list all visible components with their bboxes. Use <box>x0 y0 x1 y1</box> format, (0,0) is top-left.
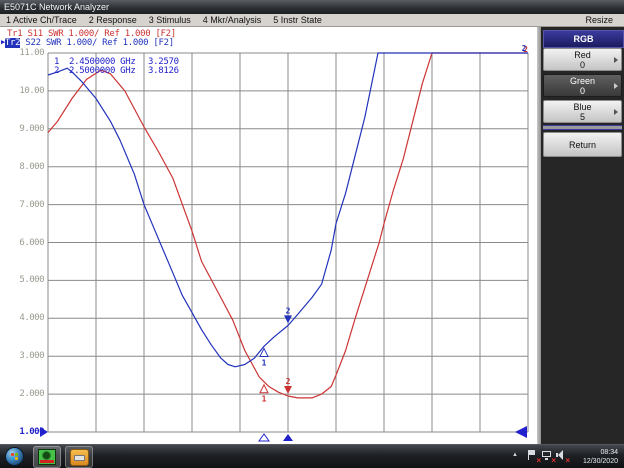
chevron-right-icon <box>614 83 618 89</box>
trace2-id: Tr2 <box>4 37 21 48</box>
y-axis-label-9.000: 9.000 <box>19 123 44 134</box>
softkey-value: 0 <box>579 60 585 70</box>
trace2-status-row[interactable]: ▶Tr2 S22 SWR 1.000/ Ref 1.000 [F2] <box>1 37 174 48</box>
chevron-right-icon <box>614 109 618 115</box>
softkey-menu-title: RGB <box>543 30 624 48</box>
softkey-scrollbar[interactable] <box>537 27 541 444</box>
return-button[interactable]: Return <box>543 132 622 157</box>
flag-alert-icon[interactable]: × <box>527 450 541 465</box>
clock[interactable]: 08:34 12/30/2020 <box>566 448 618 466</box>
marker-readout-1: 1 2.4500000 GHz 3.2570 <box>0 57 537 67</box>
softkey-label: Red <box>574 50 591 60</box>
taskbar-app-removable-drive[interactable] <box>65 446 93 468</box>
softkey-panel: RGB Red 0 Green 0 Blue 5 Return <box>537 27 624 444</box>
marker2-frequency: 2.5000000 GHz <box>69 65 136 76</box>
taskbar-app-network-analyzer[interactable] <box>33 446 61 468</box>
y-axis-label-4.000: 4.000 <box>19 313 44 324</box>
softkey-divider <box>543 125 622 130</box>
softkey-value: 0 <box>579 86 585 96</box>
network-status-icon[interactable]: × <box>542 450 556 465</box>
softkey-label: Blue <box>573 102 592 112</box>
y-axis-label-6.000: 6.000 <box>19 237 44 248</box>
clock-time: 08:34 <box>600 449 618 456</box>
network-analyzer-app-icon <box>38 449 56 465</box>
marker2-value: 3.8126 <box>148 65 179 76</box>
hidden-icons-arrow[interactable]: ▲ <box>512 452 518 458</box>
menu-item-5[interactable]: 5 Instr State <box>267 15 328 25</box>
taskbar: ▲ × × × 08:34 12/30/2020 <box>0 444 624 468</box>
trace2-params: S22 SWR 1.000/ Ref 1.000 [F2] <box>20 37 174 48</box>
marker-readout-2: 2 2.5000000 GHz 3.8126 <box>0 65 537 76</box>
menu-item-1[interactable]: 1 Active Ch/Trace <box>0 15 83 25</box>
menu-bar: 1 Active Ch/Trace 2 Response 3 Stimulus 4 M… <box>0 14 624 27</box>
y-axis-label-2.000: 2.000 <box>19 389 44 400</box>
softkey-value: 5 <box>579 112 585 122</box>
y-axis-label-3.000: 3.000 <box>19 351 44 362</box>
window-title: E5071C Network Analyzer <box>4 2 110 12</box>
menu-item-2[interactable]: 2 Response <box>83 15 143 25</box>
menu-item-3[interactable]: 3 Stimulus <box>143 15 197 25</box>
removable-drive-app-icon <box>70 449 89 466</box>
softkey-blue-button[interactable]: Blue 5 <box>543 100 622 123</box>
clock-date: 12/30/2020 <box>582 458 618 465</box>
softkey-red-button[interactable]: Red 0 <box>543 48 622 71</box>
y-axis-label-10.00: 10.00 <box>19 85 44 96</box>
start-button[interactable] <box>5 447 24 466</box>
y-axis-label-7.000: 7.000 <box>19 199 44 210</box>
y-axis-label-11.00: 11.00 <box>19 48 44 58</box>
y-axis-label-5.000: 5.000 <box>19 275 44 286</box>
instrument-screen <box>0 27 537 444</box>
marker2-number: 2 <box>54 65 60 76</box>
chevron-right-icon <box>614 57 618 63</box>
menu-item-resize[interactable]: Resize <box>579 14 619 27</box>
window-titlebar[interactable]: E5071C Network Analyzer <box>0 0 624 14</box>
y-axis-label-1.000: 1.000 <box>19 427 44 437</box>
softkey-label: Green <box>569 76 595 86</box>
softkey-green-button[interactable]: Green 0 <box>543 74 622 97</box>
y-axis-label-8.000: 8.000 <box>19 161 44 172</box>
menu-item-4[interactable]: 4 Mkr/Analysis <box>197 15 268 25</box>
windows-flag-icon <box>11 453 14 456</box>
